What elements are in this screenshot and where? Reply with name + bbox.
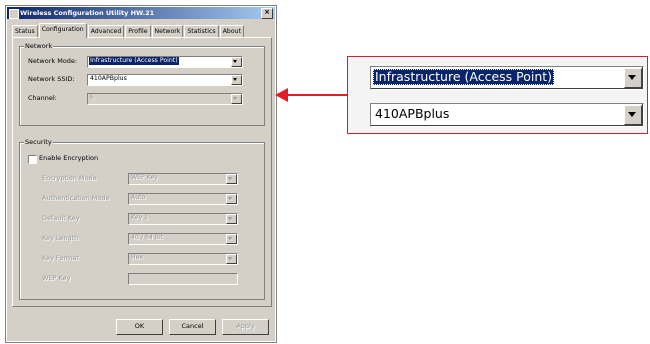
default-key-select[interactable]: Key 1 (128, 213, 238, 225)
network-mode-value: Infrastructure (Access Point) (89, 57, 179, 65)
default-key-label: Default Key (42, 214, 80, 222)
chevron-down-icon[interactable] (624, 105, 642, 125)
zoom-network-mode-value: Infrastructure (Access Point) (373, 69, 555, 85)
enable-encryption-label[interactable]: Enable Encryption (39, 154, 98, 163)
cancel-button[interactable]: Cancel (169, 319, 216, 335)
network-ssid-label: Network SSID: (28, 75, 75, 83)
zoom-network-ssid-select[interactable]: 410APBplus (370, 103, 644, 127)
configuration-panel: Network Network Mode: Infrastructure (Ac… (12, 37, 272, 307)
security-group: Security Enable Encryption Encryption Mo… (19, 138, 265, 300)
zoom-network-mode-select[interactable]: Infrastructure (Access Point) (370, 66, 644, 90)
chevron-down-icon[interactable] (231, 94, 242, 104)
encryption-mode-label: Encryption Mode (42, 174, 97, 182)
encryption-mode-select[interactable]: WEP Key (128, 173, 238, 185)
network-ssid-value: 410APBplus (90, 75, 127, 82)
chevron-down-icon[interactable] (226, 254, 237, 264)
tab-configuration[interactable]: Configuration (38, 23, 87, 38)
enable-encryption-checkbox[interactable] (28, 155, 37, 164)
chevron-down-icon[interactable] (226, 194, 237, 204)
network-mode-select[interactable]: Infrastructure (Access Point) (87, 56, 243, 68)
default-key-value: Key 1 (131, 214, 149, 221)
key-format-value: Hex (131, 254, 144, 261)
tab-strip: Status Configuration Advanced Profile Ne… (12, 23, 245, 39)
zoom-network-ssid-value: 410APBplus (375, 106, 450, 121)
channel-select[interactable]: 6 (87, 93, 243, 105)
key-format-select[interactable]: Hex (128, 253, 238, 265)
network-group: Network Network Mode: Infrastructure (Ac… (19, 42, 265, 126)
chevron-down-icon[interactable] (226, 174, 237, 184)
close-button[interactable]: × (261, 8, 273, 19)
callout-arrow-line (287, 94, 348, 96)
chevron-down-icon[interactable] (231, 75, 242, 85)
chevron-down-icon[interactable] (226, 214, 237, 224)
encryption-mode-value: WEP Key (131, 174, 158, 181)
channel-value: 6 (90, 94, 94, 101)
ok-button[interactable]: OK (116, 319, 163, 335)
chevron-down-icon[interactable] (231, 57, 242, 67)
authentication-mode-value: Auto (131, 194, 146, 201)
window-title: Wireless Configuration Utility HW.21 (20, 9, 155, 17)
apply-button[interactable]: Apply (222, 319, 269, 335)
zoom-callout: Infrastructure (Access Point) 410APBplus (347, 56, 648, 134)
security-group-label: Security (24, 138, 53, 147)
network-mode-label: Network Mode: (28, 57, 78, 65)
key-length-value: 40 / 64 Bit (131, 234, 164, 241)
chevron-down-icon[interactable] (624, 68, 642, 88)
title-bar[interactable]: Wireless Configuration Utility HW.21 × (7, 7, 275, 19)
wep-key-input[interactable] (128, 273, 238, 285)
authentication-mode-select[interactable]: Auto (128, 193, 238, 205)
channel-label: Channel: (28, 94, 57, 102)
key-length-select[interactable]: 40 / 64 Bit (128, 233, 238, 245)
network-group-label: Network (24, 42, 54, 51)
authentication-mode-label: Authentication Mode (42, 194, 110, 202)
app-icon (9, 9, 19, 19)
chevron-down-icon[interactable] (226, 234, 237, 244)
arrow-left-icon (275, 88, 288, 102)
key-format-label: Key Format (42, 254, 79, 262)
key-length-label: Key Length (42, 234, 79, 242)
config-dialog: Wireless Configuration Utility HW.21 × S… (5, 5, 277, 343)
wep-key-label: WEP Key (42, 274, 71, 282)
network-ssid-select[interactable]: 410APBplus (87, 74, 243, 86)
